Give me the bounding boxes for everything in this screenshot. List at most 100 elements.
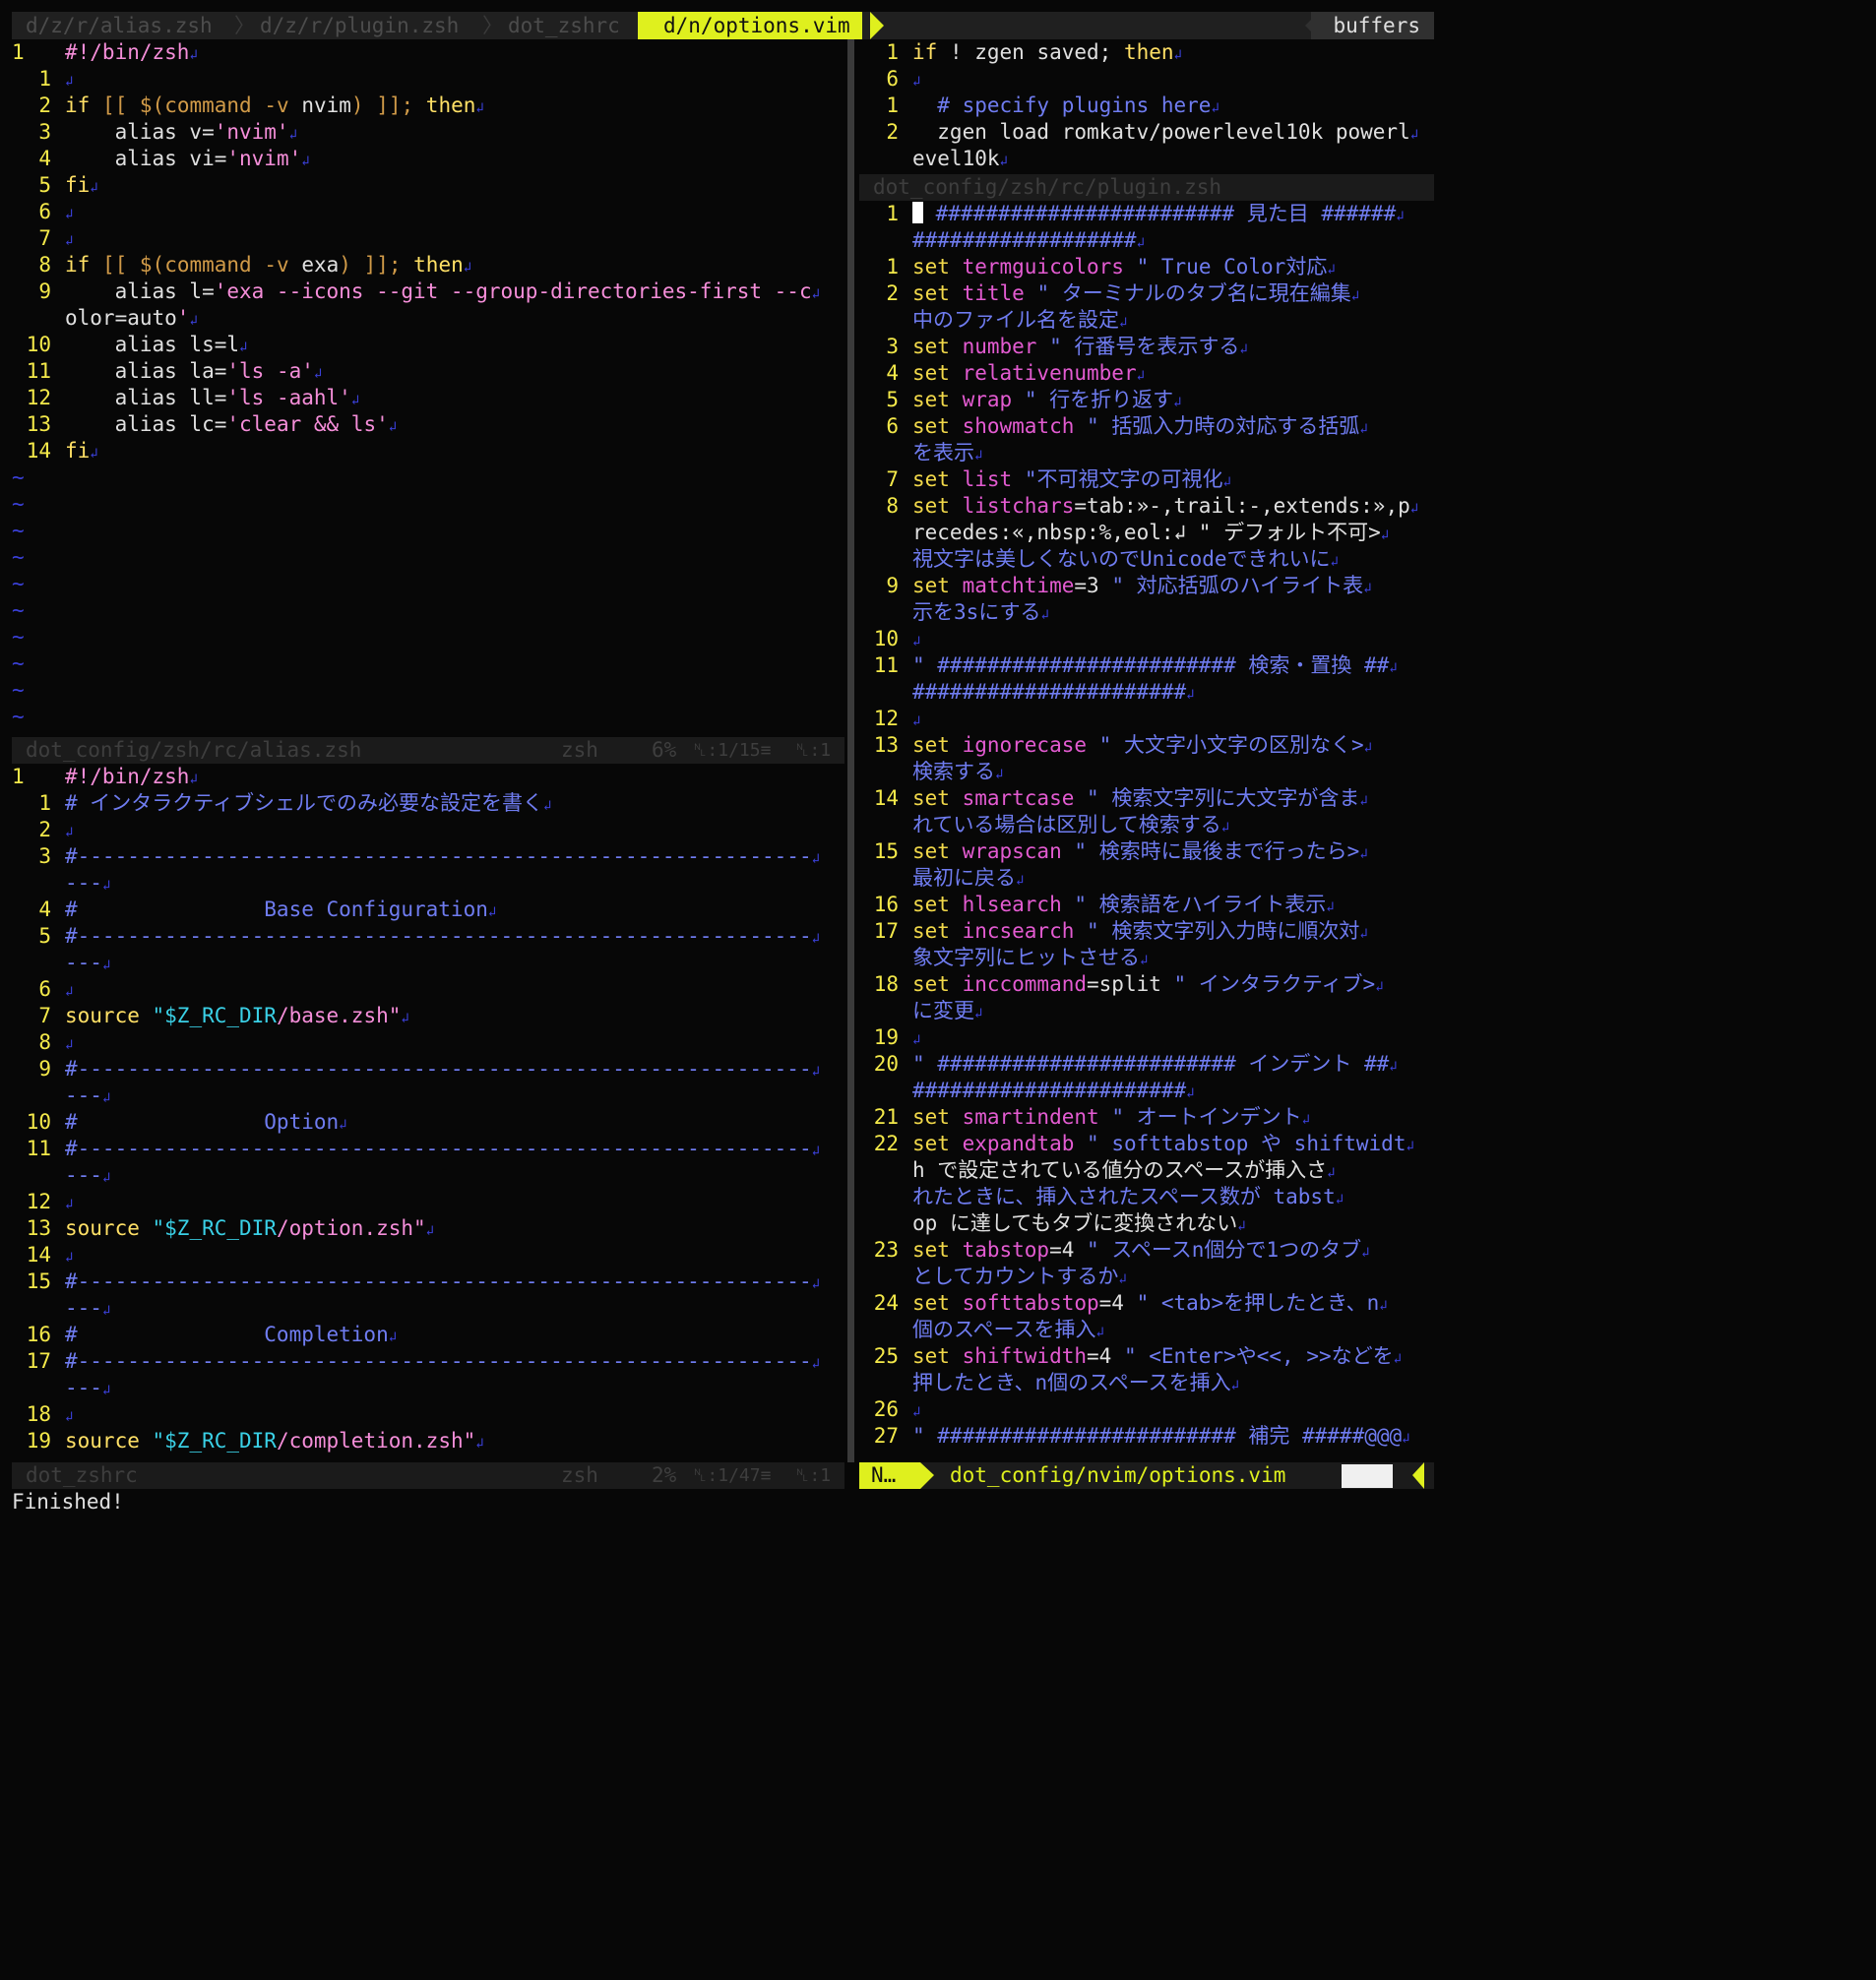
newline-icon: ↲: [1327, 1165, 1336, 1181]
code-line: 18 set inccommand=split " インタラクティブ>↲: [859, 971, 1384, 998]
line-number: 11: [26, 1137, 51, 1160]
line-number: 6: [38, 200, 51, 223]
tab-plugin-zsh[interactable]: d/z/r/plugin.zsh: [260, 12, 459, 39]
newline-icon: ↲: [401, 1011, 409, 1026]
statusline-options-vim: N… dot_config/nvim/options.vim: [859, 1462, 1434, 1489]
mode-arrow-icon: [920, 1462, 934, 1489]
newline-icon: ↲: [1330, 554, 1339, 570]
tab-options-vim[interactable]: d/n/options.vim: [638, 12, 862, 39]
line-number: 16: [26, 1323, 51, 1346]
code-text: alias ll='ls -aahl': [65, 386, 351, 409]
code-line: 個のスペースを挿入↲: [859, 1317, 1104, 1343]
editor-pane-plugin-zsh[interactable]: 1 if ! zgen saved; then↲ 6 ↲ 1 # specify plu…: [859, 39, 1434, 173]
newline-icon: ↲: [189, 313, 198, 329]
code-line: ---↲: [12, 1295, 110, 1322]
newline-icon: ↲: [912, 1032, 921, 1048]
tab-active-arrow-icon: [870, 12, 884, 39]
code-line: ######################↲: [859, 679, 1195, 706]
code-text: set expandtab " softtabstop や shiftwidt: [912, 1132, 1407, 1155]
editor-pane-alias-zsh[interactable]: 1 #!/bin/zsh↲ 1 ↲ 2 if [[ $(command -v nvim) …: [12, 39, 844, 736]
code-text: ---: [65, 1083, 102, 1107]
newline-icon: ↲: [1136, 368, 1146, 384]
line-number: 11: [26, 359, 51, 383]
code-line: 20 " ######################## インデント ##↲: [859, 1051, 1398, 1078]
code-text: set wrap " 行を折り返す: [912, 388, 1174, 411]
newline-icon: ↲: [995, 767, 1004, 782]
code-text: alias l='exa --icons --git --group-direc…: [65, 279, 812, 303]
newline-icon: ↲: [1186, 687, 1195, 703]
code-line: 10 # Option↲: [12, 1109, 347, 1136]
line-number: 6: [886, 67, 899, 91]
newline-icon: ↲: [487, 904, 497, 920]
code-line: 6 ↲: [859, 66, 920, 93]
newline-icon: ↲: [999, 154, 1008, 169]
status-line-position: ␤:1/15≡: [693, 740, 772, 761]
line-number: 10: [26, 1110, 51, 1134]
code-line-absolute: 1 #!/bin/zsh↲: [12, 764, 198, 790]
editor-pane-dot-zshrc[interactable]: 1 #!/bin/zsh↲ 1 # インタラクティブシェルでのみ必要な設定を書く↲ 2 ↲…: [12, 764, 844, 1462]
tab-alias-zsh[interactable]: d/z/r/alias.zsh: [26, 12, 213, 39]
code-text: recedes:«,nbsp:%,eol:↲ " デフォルト不可>: [912, 521, 1381, 544]
line-number: 18: [873, 972, 899, 996]
code-line: 17 set incsearch " 検索文字列入力時に順次対↲: [859, 918, 1368, 945]
newline-icon: ↲: [811, 931, 821, 947]
code-text: 視文字は美しくないのでUnicodeできれいに: [912, 547, 1331, 571]
line-number: 2: [38, 818, 51, 841]
code-line: 視文字は美しくないのでUnicodeできれいに↲: [859, 546, 1339, 573]
statusline-plugin-zsh: dot_config/zsh/rc/plugin.zsh: [859, 174, 1434, 201]
code-line: 中のファイル名を設定↲: [859, 307, 1127, 334]
newline-icon: ↲: [350, 393, 360, 408]
empty-line-tilde: ~: [12, 705, 25, 728]
line-number: 1: [886, 40, 899, 64]
code-line: 押したとき、n個のスペースを挿入↲: [859, 1370, 1239, 1396]
code-text: " ######################## インデント ##: [912, 1052, 1390, 1076]
code-text: " ######################## 補完 #####@@@: [912, 1424, 1403, 1448]
code-line: 最初に戻る↲: [859, 865, 1024, 892]
code-line: 示を3sにする↲: [859, 599, 1049, 626]
buffers-label[interactable]: buffers: [1311, 12, 1434, 39]
newline-icon: ↲: [65, 825, 74, 840]
line-number: 14: [873, 786, 899, 810]
newline-icon: ↲: [1119, 315, 1128, 331]
newline-icon: ↲: [425, 1223, 435, 1239]
command-line-message: Finished!: [12, 1490, 124, 1514]
code-text: # インタラクティブシェルでのみ必要な設定を書く: [65, 791, 544, 815]
editor-pane-options-vim[interactable]: 1 ######################## 見た目 ######↲ ##…: [859, 201, 1434, 1462]
code-line: 25 set shiftwidth=4 " <Enter>や<<, >>などを↲: [859, 1343, 1402, 1370]
tab-dot-zshrc[interactable]: dot_zshrc: [508, 12, 620, 39]
newline-icon: ↲: [90, 180, 98, 196]
statusline-alias-zsh: dot_config/zsh/rc/alias.zsh zsh 6% ␤:1/1…: [12, 737, 844, 764]
status-column: ␤:1: [795, 740, 832, 761]
code-line: 14 fi↲: [12, 438, 98, 464]
line-number: 7: [886, 467, 899, 491]
code-line: 22 set expandtab " softtabstop や shiftwid…: [859, 1131, 1414, 1157]
code-line: 27 " ######################## 補完 #####@@@…: [859, 1423, 1410, 1450]
newline-icon: ↲: [1335, 1192, 1344, 1207]
empty-line-tilde: ~: [12, 572, 25, 595]
code-line: ---↲: [12, 870, 110, 897]
code-line: 4 alias vi='nvim'↲: [12, 146, 309, 172]
code-line: 19 source "$Z_RC_DIR/completion.zsh"↲: [12, 1428, 484, 1454]
newline-icon: ↲: [811, 1356, 821, 1372]
line-number: 2: [38, 93, 51, 117]
code-line: evel10k↲: [859, 146, 1008, 172]
line-number: 7: [38, 226, 51, 250]
code-text: alias ls=l: [65, 333, 240, 356]
vertical-split-bar[interactable]: [847, 39, 854, 1462]
code-text: 示を3sにする: [912, 600, 1041, 624]
code-text: fi: [65, 173, 91, 197]
newline-icon: ↲: [1136, 235, 1146, 251]
code-text: h で設定されている値分のスペースが挿入さ: [912, 1158, 1328, 1182]
code-text: 押したとき、n個のスペースを挿入: [912, 1371, 1231, 1394]
line-number: 5: [38, 173, 51, 197]
empty-line-tilde: ~: [12, 492, 25, 516]
code-line: 4 # Base Configuration↲: [12, 897, 496, 923]
status-filename: dot_zshrc: [26, 1463, 138, 1487]
newline-icon: ↲: [65, 207, 74, 222]
newline-icon: ↲: [288, 127, 298, 143]
line-number: 15: [26, 1269, 51, 1293]
code-line: 12 ↲: [12, 1189, 74, 1215]
line-number: 15: [873, 839, 899, 863]
newline-icon: ↲: [1409, 127, 1419, 143]
newline-icon: ↲: [1359, 846, 1368, 862]
